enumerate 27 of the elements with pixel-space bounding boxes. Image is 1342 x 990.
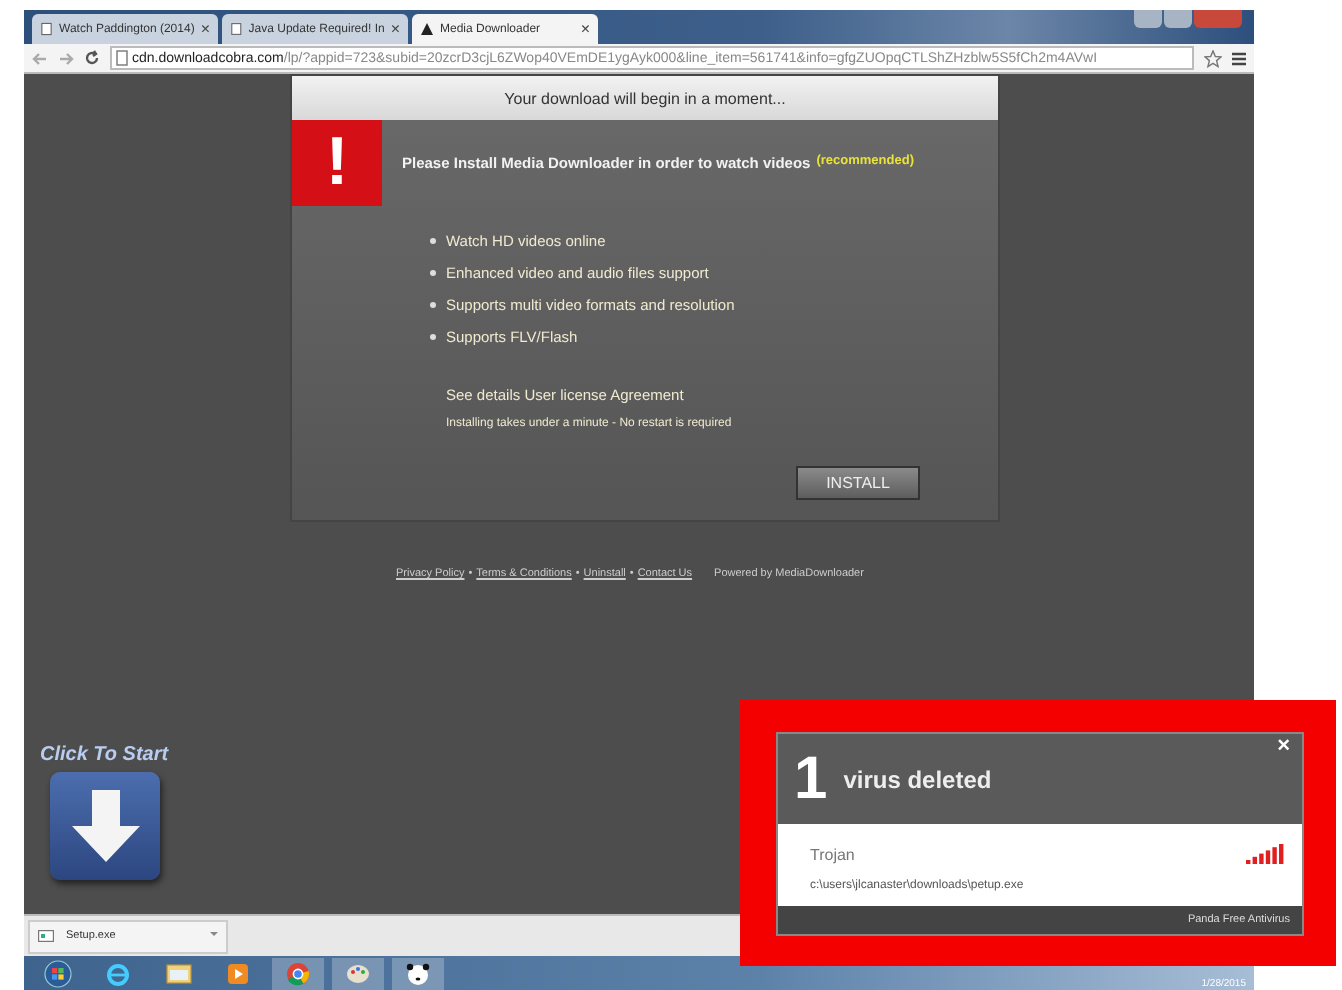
notification-title: virus deleted [843,765,992,793]
bullet-icon [430,302,436,308]
reload-icon[interactable] [84,50,100,66]
virus-count: 1 [794,745,828,813]
threat-name: Trojan [810,845,857,863]
alert-icon: ! [292,120,382,206]
menu-icon[interactable] [1232,51,1246,65]
caret-icon[interactable] [210,932,218,940]
forward-icon[interactable] [58,51,74,65]
start-label: Click To Start [40,744,169,766]
panda-icon[interactable] [392,957,444,989]
download-notice: Your download will begin in a moment... [292,76,998,120]
chrome-taskbar-icon[interactable] [272,957,324,989]
maximize-button[interactable] [1164,10,1192,28]
minimize-button[interactable] [1134,10,1162,28]
close-button[interactable]: × [1277,734,1290,758]
back-icon[interactable] [32,51,48,65]
download-button[interactable] [50,772,160,880]
file-icon [38,930,54,942]
severity-bars-icon [1246,844,1286,864]
star-icon[interactable] [1204,49,1222,67]
bullet-icon [430,334,436,340]
install-button[interactable]: INSTALL [796,466,920,500]
bullet-icon [430,270,436,276]
bullet-icon [430,238,436,244]
paint-icon[interactable] [332,957,384,989]
down-arrow-icon [69,788,141,864]
